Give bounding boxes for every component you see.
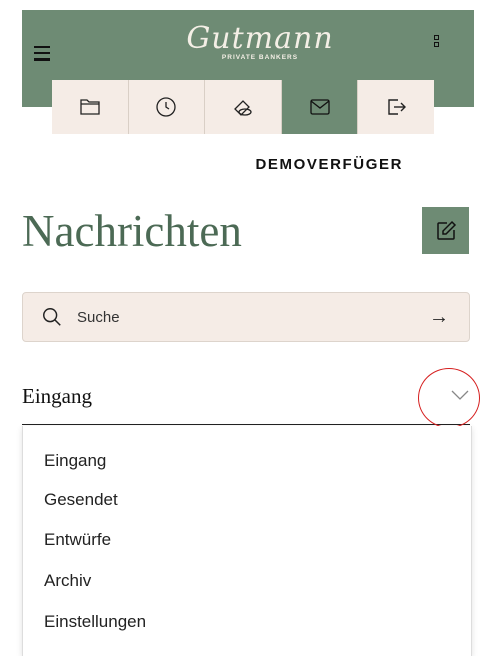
tab-documents[interactable] <box>52 80 129 134</box>
mail-icon <box>309 99 330 115</box>
dropdown-item-einstellungen[interactable]: Einstellungen <box>44 612 146 632</box>
arrow-right-icon[interactable]: → <box>429 306 449 329</box>
logo-script: Gutmann <box>186 21 334 56</box>
folder-icon <box>80 99 100 115</box>
search-input[interactable] <box>75 307 429 327</box>
dropdown-item-entwuerfe[interactable]: Entwürfe <box>44 530 111 550</box>
edit-icon <box>436 220 456 240</box>
logo: Gutmann PRIVATE BANKERS <box>160 21 360 62</box>
folder-select-value: Eingang <box>22 384 92 408</box>
main-tab-bar <box>52 80 434 134</box>
tab-logout[interactable] <box>358 80 434 134</box>
more-options-icon[interactable] <box>434 35 442 49</box>
tab-history[interactable] <box>128 80 206 134</box>
coins-icon <box>234 100 252 116</box>
user-name: DEMOVERFÜGER <box>255 156 403 173</box>
clock-icon <box>156 97 177 117</box>
search-bar: → <box>22 292 470 342</box>
highlight-annotation <box>418 368 480 428</box>
dropdown-item-eingang[interactable]: Eingang <box>44 451 106 471</box>
compose-message-button[interactable] <box>422 207 469 254</box>
logout-icon <box>388 99 407 115</box>
search-icon <box>43 308 61 326</box>
dropdown-item-archiv[interactable]: Archiv <box>44 571 91 591</box>
tab-messages[interactable] <box>281 80 359 134</box>
page-title: Nachrichten <box>22 206 242 256</box>
folder-select[interactable]: Eingang <box>22 370 470 425</box>
folder-dropdown-menu: Eingang Gesendet Entwürfe Archiv Einstel… <box>22 426 472 656</box>
dropdown-item-gesendet[interactable]: Gesendet <box>44 490 118 510</box>
hamburger-menu-icon[interactable] <box>34 46 50 61</box>
tab-finances[interactable] <box>205 80 282 134</box>
